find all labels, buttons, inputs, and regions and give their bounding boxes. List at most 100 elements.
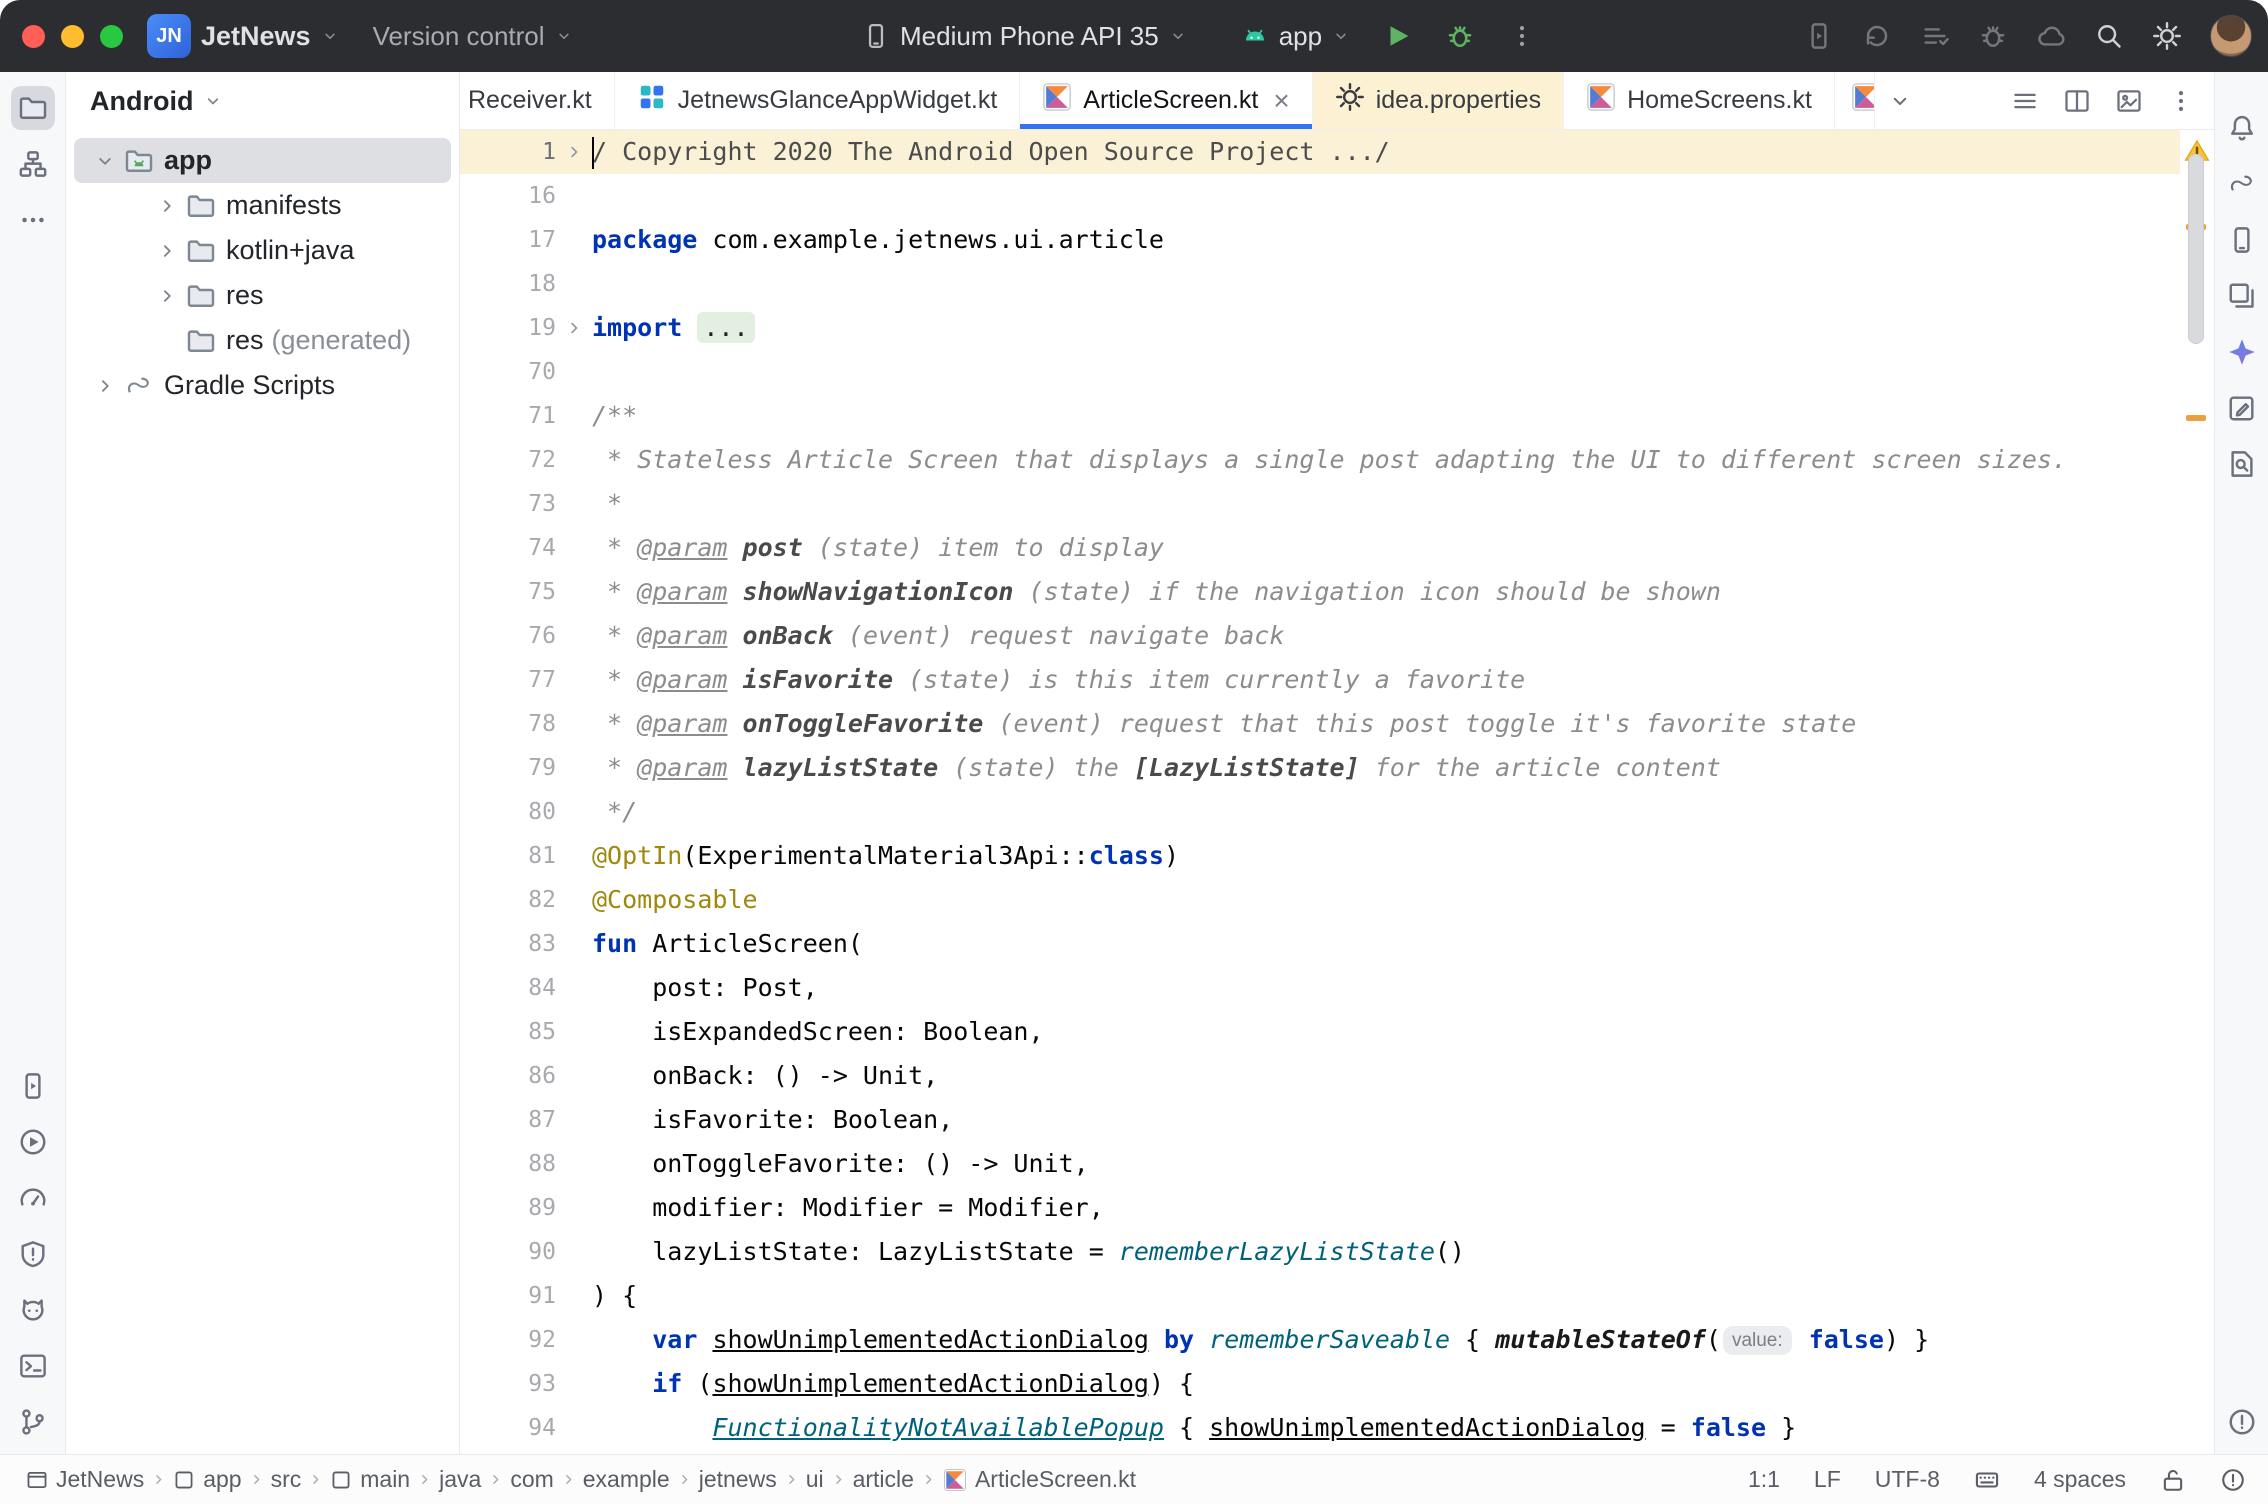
editor-tab-idea-properties[interactable]: idea.properties [1313, 72, 1564, 129]
code-line-79[interactable]: 79 * @param lazyListState (state) the [L… [460, 746, 2180, 790]
chevron-right-icon[interactable] [90, 375, 120, 397]
code-line-70[interactable]: 70 [460, 350, 2180, 394]
code-line-83[interactable]: 83fun ArticleScreen( [460, 922, 2180, 966]
keyboard-icon[interactable] [1974, 1467, 2000, 1493]
breadcrumb-jetnews[interactable]: JetNews [26, 1466, 144, 1493]
breadcrumb-articlescreen-kt[interactable]: ArticleScreen.kt [943, 1466, 1136, 1493]
editor-preview-icon[interactable] [2108, 80, 2150, 122]
zoom-window-button[interactable] [100, 25, 123, 48]
code-line-84[interactable]: 84 post: Post, [460, 966, 2180, 1010]
tree-item-app[interactable]: app [74, 138, 451, 183]
code-line-71[interactable]: 71/** [460, 394, 2180, 438]
editor-tab-homescreens-kt[interactable]: HomeScreens.kt [1564, 72, 1835, 129]
code-line-90[interactable]: 90 lazyListState: LazyListState = rememb… [460, 1230, 2180, 1274]
device-manager-icon[interactable] [2220, 218, 2264, 262]
code-line-72[interactable]: 72 * Stateless Article Screen that displ… [460, 438, 2180, 482]
version-control-tool-icon[interactable] [11, 1400, 55, 1444]
chevron-right-icon[interactable] [152, 285, 182, 307]
editor-tab-receiver-kt[interactable]: Receiver.kt [460, 72, 615, 129]
chevron-right-icon[interactable] [152, 240, 182, 262]
gradle-icon[interactable] [2220, 162, 2264, 206]
editor-tab[interactable] [1835, 72, 1875, 129]
notifications-icon[interactable] [2220, 106, 2264, 150]
project-widget[interactable]: JN JetNews [137, 10, 349, 62]
indent-style[interactable]: 4 spaces [2034, 1466, 2126, 1493]
tree-item-manifests[interactable]: manifests [74, 183, 451, 228]
bug-report-icon[interactable] [1978, 21, 2008, 51]
running-devices-icon[interactable] [2220, 274, 2264, 318]
code-line-80[interactable]: 80 */ [460, 790, 2180, 834]
file-encoding[interactable]: UTF-8 [1875, 1466, 1940, 1493]
editor-more-icon[interactable] [2160, 80, 2202, 122]
app-quality-insights-icon[interactable] [11, 1232, 55, 1276]
code-line-74[interactable]: 74 * @param post (state) item to display [460, 526, 2180, 570]
close-window-button[interactable] [22, 25, 45, 48]
breadcrumb-src[interactable]: src [271, 1466, 302, 1493]
code-line-86[interactable]: 86 onBack: () -> Unit, [460, 1054, 2180, 1098]
editor-split-icon[interactable] [2056, 80, 2098, 122]
code-line-73[interactable]: 73 * [460, 482, 2180, 526]
tab-list-chevron-icon[interactable] [1875, 72, 1925, 129]
search-icon[interactable] [2094, 21, 2124, 51]
layout-inspector-icon[interactable] [2220, 386, 2264, 430]
scrollbar-thumb[interactable] [2188, 154, 2204, 344]
code-line-89[interactable]: 89 modifier: Modifier = Modifier, [460, 1186, 2180, 1230]
close-tab-icon[interactable]: × [1273, 87, 1289, 115]
more-run-options-icon[interactable] [1498, 12, 1546, 60]
code-line-16[interactable]: 16 [460, 174, 2180, 218]
code-line-87[interactable]: 87 isFavorite: Boolean, [460, 1098, 2180, 1142]
device-selector[interactable]: Medium Phone API 35 [852, 10, 1197, 62]
editor-tab-jetnewsglanceappwidget-kt[interactable]: JetnewsGlanceAppWidget.kt [615, 72, 1021, 129]
code-line-76[interactable]: 76 * @param onBack (event) request navig… [460, 614, 2180, 658]
code-line-91[interactable]: 91) { [460, 1274, 2180, 1318]
file-writable-icon[interactable] [2160, 1467, 2186, 1493]
profiler-icon[interactable] [11, 1176, 55, 1220]
gemini-icon[interactable] [2220, 330, 2264, 374]
minimize-window-button[interactable] [61, 25, 84, 48]
code-line-1[interactable]: 1/ Copyright 2020 The Android Open Sourc… [460, 130, 2180, 174]
run-config-selector[interactable]: app [1231, 10, 1360, 62]
problems-icon[interactable] [2220, 1400, 2264, 1444]
settings-icon[interactable] [2152, 21, 2182, 51]
breadcrumb-app[interactable]: app [173, 1466, 241, 1493]
code-line-77[interactable]: 77 * @param isFavorite (state) is this i… [460, 658, 2180, 702]
fold-indicator-icon[interactable] [556, 306, 592, 350]
code-line-85[interactable]: 85 isExpandedScreen: Boolean, [460, 1010, 2180, 1054]
tree-item-kotlin-java[interactable]: kotlin+java [74, 228, 451, 273]
logcat-icon[interactable] [11, 1288, 55, 1332]
chevron-right-icon[interactable] [152, 195, 182, 217]
tree-item-res[interactable]: res [74, 273, 451, 318]
vcs-widget[interactable]: Version control [363, 10, 583, 62]
code-line-17[interactable]: 17package com.example.jetnews.ui.article [460, 218, 2180, 262]
highlighting-status-icon[interactable] [2220, 1467, 2246, 1493]
fold-indicator-icon[interactable] [556, 130, 592, 174]
backup-sync-icon[interactable] [2036, 21, 2066, 51]
run-button[interactable] [1374, 12, 1422, 60]
scrollbar-area[interactable] [2180, 130, 2214, 1454]
code-line-82[interactable]: 82@Composable [460, 878, 2180, 922]
code-line-75[interactable]: 75 * @param showNavigationIcon (state) i… [460, 570, 2180, 614]
editor-list-icon[interactable] [2004, 80, 2046, 122]
breadcrumb-com[interactable]: com [510, 1466, 553, 1493]
code-line-92[interactable]: 92 var showUnimplementedActionDialog by … [460, 1318, 2180, 1362]
device-streaming-icon[interactable] [1804, 21, 1834, 51]
breadcrumb-example[interactable]: example [583, 1466, 670, 1493]
running-devices-icon[interactable] [11, 1064, 55, 1108]
chevron-down-icon[interactable] [90, 150, 120, 172]
avatar[interactable] [2210, 15, 2252, 57]
code-editor[interactable]: 1/ Copyright 2020 The Android Open Sourc… [460, 130, 2180, 1454]
find-icon[interactable] [2220, 442, 2264, 486]
code-line-94[interactable]: 94 FunctionalityNotAvailablePopup { show… [460, 1406, 2180, 1450]
breadcrumb-jetnews[interactable]: jetnews [699, 1466, 777, 1493]
breadcrumb-java[interactable]: java [439, 1466, 481, 1493]
caret-position[interactable]: 1:1 [1748, 1466, 1780, 1493]
structure-tool-icon[interactable] [11, 142, 55, 186]
terminal-icon[interactable] [11, 1344, 55, 1388]
line-separator[interactable]: LF [1814, 1466, 1841, 1493]
code-line-18[interactable]: 18 [460, 262, 2180, 306]
debug-button[interactable] [1436, 12, 1484, 60]
warning-stripe-mark[interactable] [2186, 415, 2206, 421]
restore-icon[interactable] [1862, 21, 1892, 51]
more-tool-windows-icon[interactable] [11, 198, 55, 242]
code-line-93[interactable]: 93 if (showUnimplementedActionDialog) { [460, 1362, 2180, 1406]
